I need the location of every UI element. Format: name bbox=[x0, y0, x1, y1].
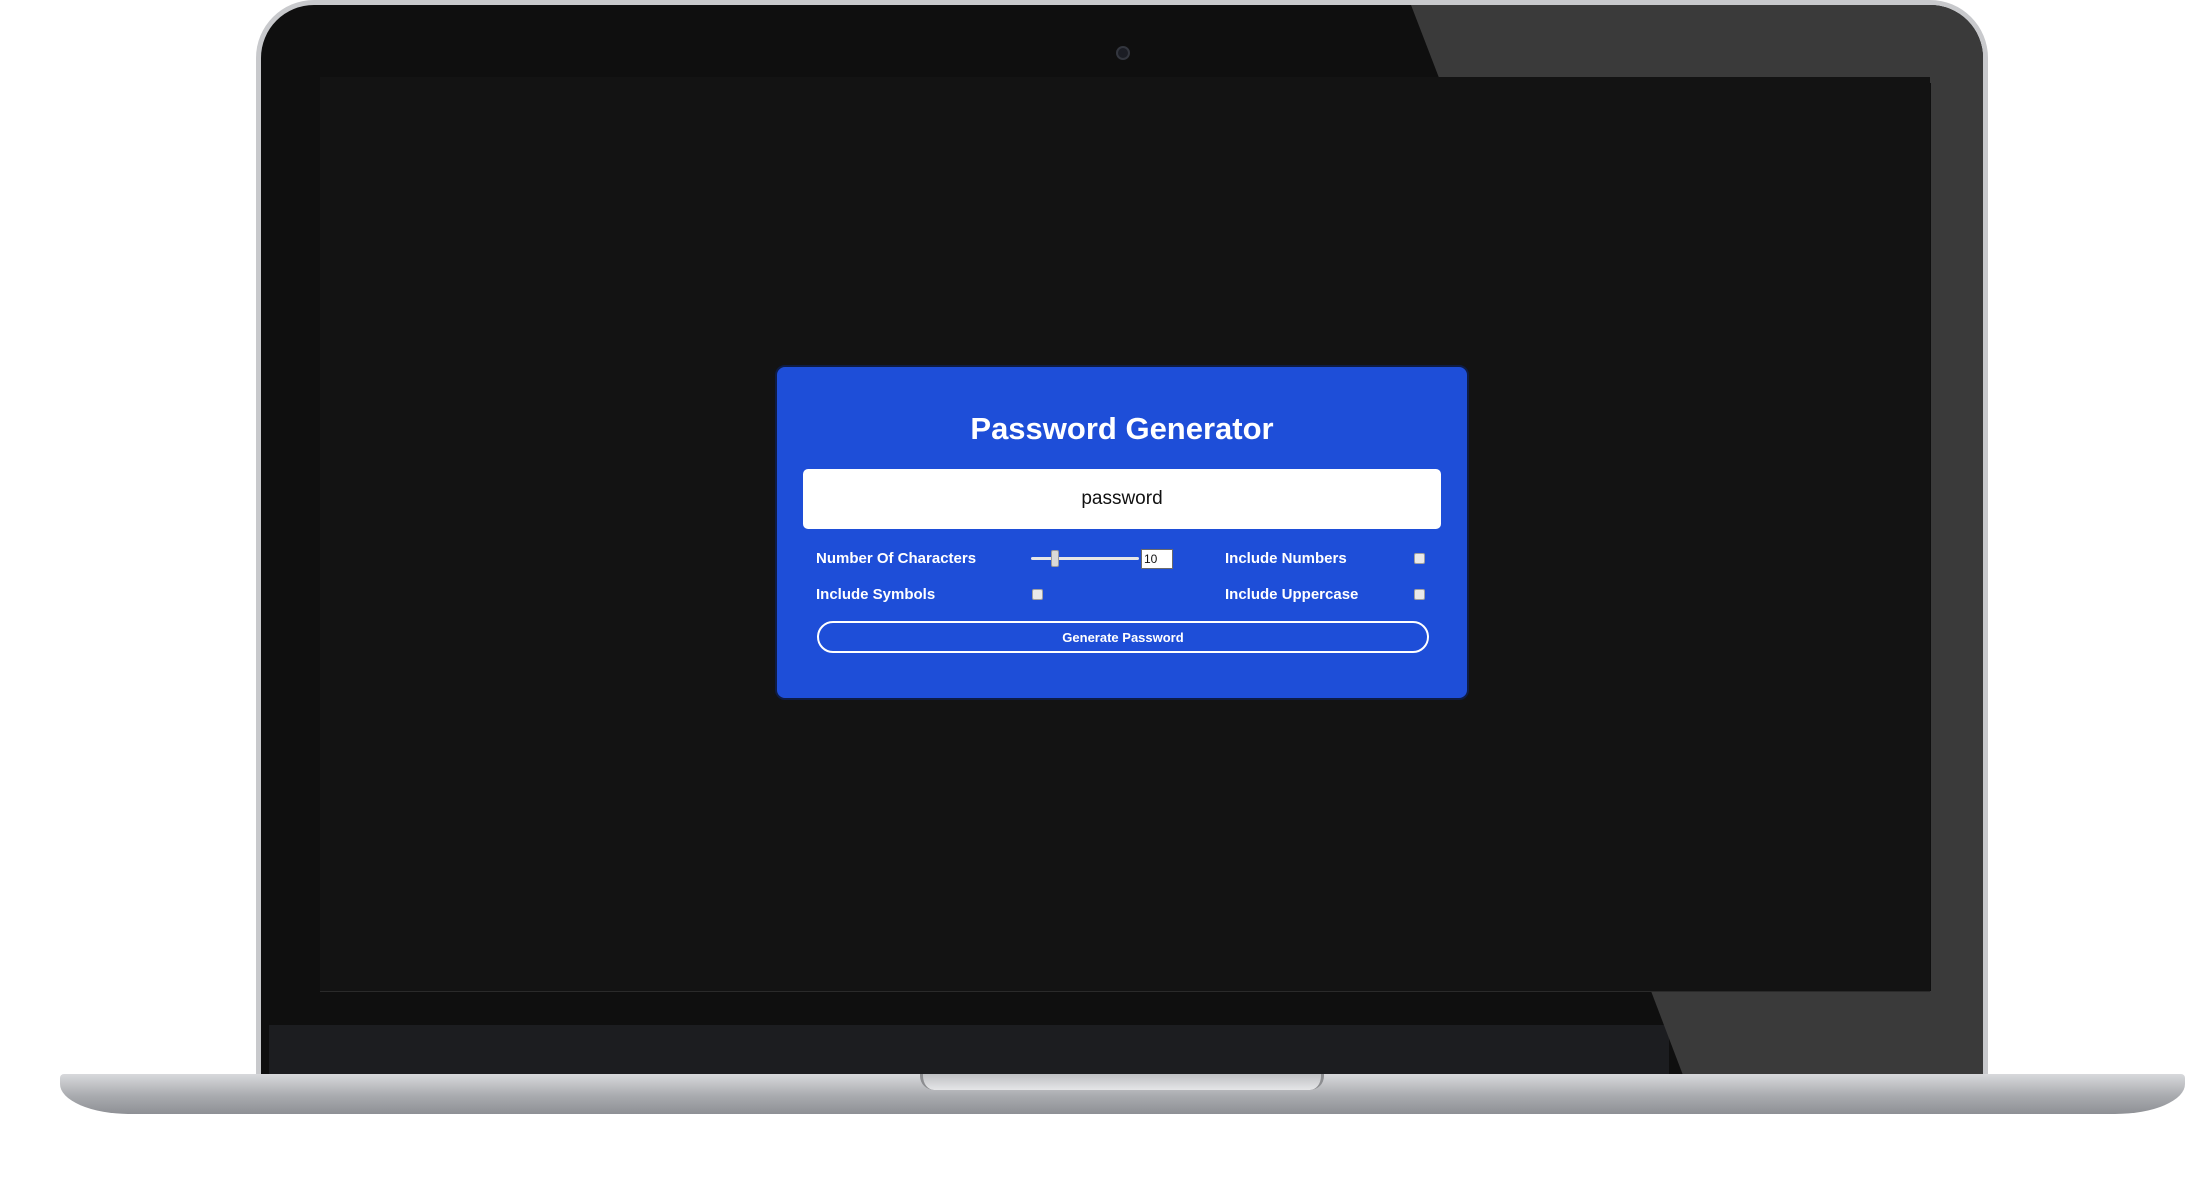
characters-number-input[interactable]: 10 bbox=[1141, 549, 1173, 569]
characters-slider[interactable] bbox=[1031, 557, 1139, 560]
numbers-label: Include Numbers bbox=[1225, 550, 1347, 567]
laptop-notch bbox=[920, 1074, 1324, 1090]
symbols-label: Include Symbols bbox=[816, 586, 936, 603]
generate-password-button[interactable]: Generate Password bbox=[817, 621, 1429, 653]
screen-glare-bottom bbox=[1651, 991, 1983, 1078]
symbols-checkbox[interactable] bbox=[1032, 589, 1043, 600]
password-generator-card: Password Generator Number Of Characters … bbox=[775, 365, 1469, 700]
password-output[interactable] bbox=[803, 469, 1441, 529]
app-title: Password Generator bbox=[970, 411, 1274, 446]
uppercase-checkbox[interactable] bbox=[1414, 589, 1425, 600]
screen-glare-top bbox=[1411, 5, 1983, 83]
numbers-checkbox[interactable] bbox=[1414, 553, 1425, 564]
bezel-strip bbox=[269, 1025, 1669, 1078]
screen-glare-right bbox=[1931, 5, 1983, 1078]
uppercase-label: Include Uppercase bbox=[1225, 586, 1359, 603]
characters-slider-thumb[interactable] bbox=[1051, 550, 1059, 567]
characters-label: Number Of Characters bbox=[816, 550, 977, 567]
camera-icon bbox=[1116, 46, 1130, 60]
